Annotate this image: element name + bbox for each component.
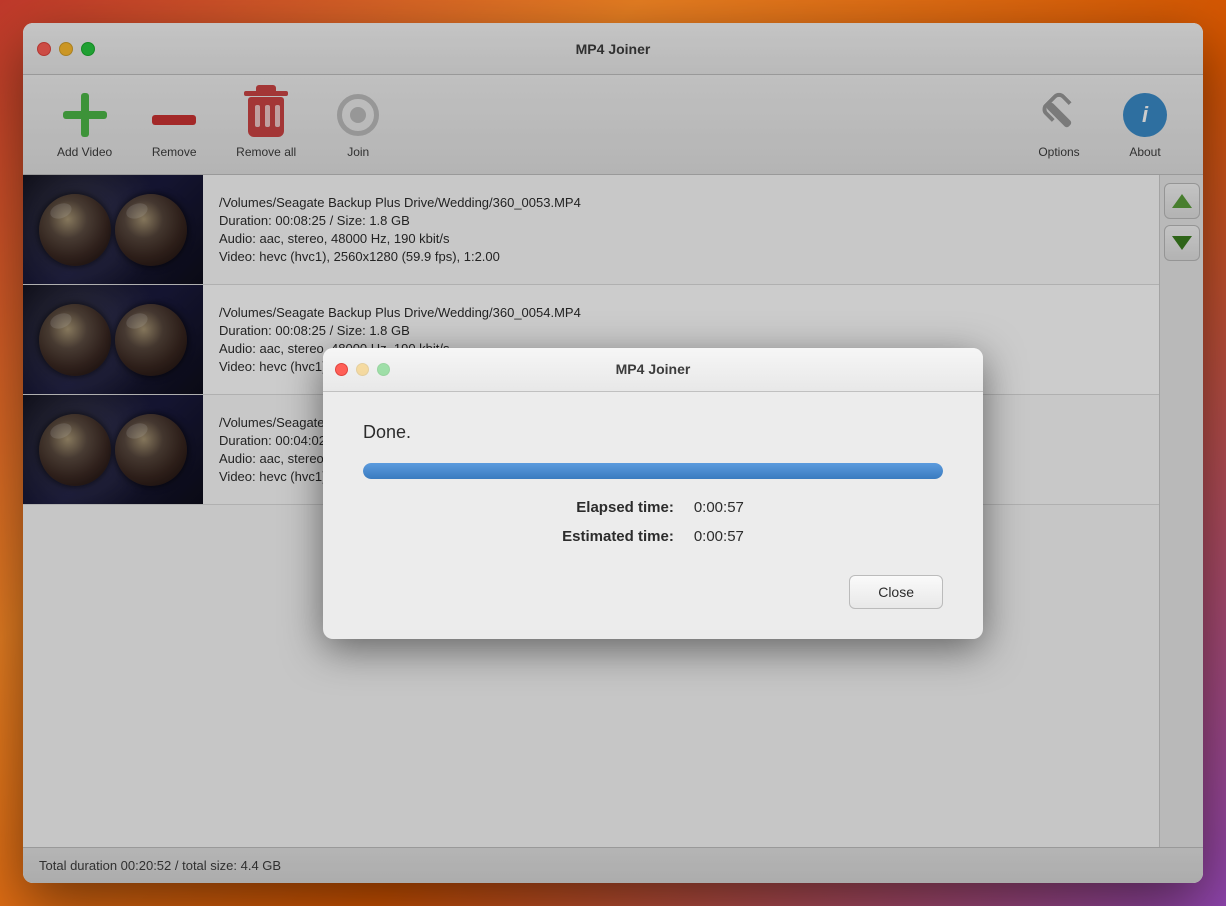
- estimated-label: Estimated time:: [562, 528, 674, 545]
- modal-title: MP4 Joiner: [616, 361, 691, 377]
- modal-window: MP4 Joiner Done. Elapsed time: 0:00:57 E…: [323, 348, 983, 639]
- modal-minimize-control[interactable]: [356, 363, 369, 376]
- modal-content: Done. Elapsed time: 0:00:57 Estimated ti…: [323, 392, 983, 639]
- modal-controls: [335, 363, 390, 376]
- modal-done-text: Done.: [363, 422, 943, 443]
- elapsed-label: Elapsed time:: [562, 499, 674, 516]
- time-grid: Elapsed time: 0:00:57 Estimated time: 0:…: [363, 499, 943, 545]
- modal-close-button[interactable]: Close: [849, 575, 943, 609]
- modal-title-bar: MP4 Joiner: [323, 348, 983, 392]
- modal-close-control[interactable]: [335, 363, 348, 376]
- modal-overlay: MP4 Joiner Done. Elapsed time: 0:00:57 E…: [23, 23, 1203, 883]
- progress-bar-fill: [363, 463, 943, 479]
- modal-maximize-control[interactable]: [377, 363, 390, 376]
- progress-bar-container: [363, 463, 943, 479]
- main-window: MP4 Joiner Add Video Remove: [23, 23, 1203, 883]
- estimated-value: 0:00:57: [694, 528, 744, 545]
- elapsed-value: 0:00:57: [694, 499, 744, 516]
